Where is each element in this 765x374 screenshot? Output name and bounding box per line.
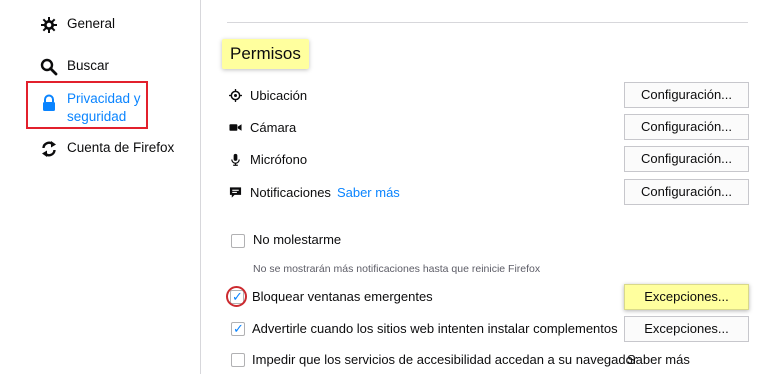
sync-icon <box>42 141 56 157</box>
permission-row-microphone: Micrófono <box>229 150 307 168</box>
microphone-icon <box>231 153 240 166</box>
block-accessibility-label: Impedir que los servicios de accesibilid… <box>252 352 638 367</box>
permission-row-camera: Cámara <box>229 118 296 136</box>
gear-icon <box>41 17 57 33</box>
permission-row-location: Ubicación <box>229 86 307 104</box>
do-not-disturb-checkbox[interactable] <box>231 234 245 248</box>
warn-addons-checkbox[interactable]: ✓ <box>231 321 245 336</box>
sidebar: General Buscar Privacidad y seguridad Cu… <box>0 0 200 374</box>
sidebar-item-firefox-account[interactable]: Cuenta de Firefox <box>40 140 174 158</box>
section-title: Permisos <box>222 39 309 69</box>
checkmark-icon: ✓ <box>233 321 244 336</box>
block-popups-label: Bloquear ventanas emergentes <box>252 289 433 304</box>
sidebar-item-label: General <box>67 16 116 31</box>
sidebar-item-label: Cuenta de Firefox <box>67 140 175 155</box>
permission-label: Ubicación <box>250 87 308 103</box>
permission-row-notifications: Notificaciones Saber más <box>229 183 400 201</box>
permission-label: Cámara <box>250 119 297 135</box>
notifications-settings-button[interactable]: Configuración... <box>624 179 749 205</box>
accessibility-learn-more-link[interactable]: Saber más <box>627 352 690 367</box>
annotation-circle <box>226 286 247 307</box>
warn-addons-label: Advertirle cuando los sitios web intente… <box>252 321 618 336</box>
block-accessibility-checkbox[interactable] <box>231 353 245 367</box>
microphone-settings-button[interactable]: Configuración... <box>624 146 749 172</box>
learn-more-link[interactable]: Saber más <box>337 185 400 200</box>
sidebar-item-label: Buscar <box>67 58 110 73</box>
sidebar-item-buscar[interactable]: Buscar <box>40 58 109 76</box>
selection-highlight <box>26 81 148 129</box>
permission-label: Notificaciones <box>250 184 331 200</box>
popup-exceptions-button[interactable]: Excepciones... <box>624 284 749 310</box>
addon-exceptions-button[interactable]: Excepciones... <box>624 316 749 342</box>
camera-icon <box>229 123 242 131</box>
do-not-disturb-label: No molestarme <box>253 232 342 247</box>
divider <box>227 22 748 23</box>
camera-settings-button[interactable]: Configuración... <box>624 114 749 140</box>
location-settings-button[interactable]: Configuración... <box>624 82 749 108</box>
search-icon <box>40 58 58 76</box>
sidebar-item-general[interactable]: General <box>40 16 115 34</box>
notification-icon <box>229 186 242 198</box>
do-not-disturb-hint: No se mostrarán más notificaciones hasta… <box>253 263 541 275</box>
location-icon <box>229 88 242 102</box>
permission-label: Micrófono <box>250 151 308 167</box>
